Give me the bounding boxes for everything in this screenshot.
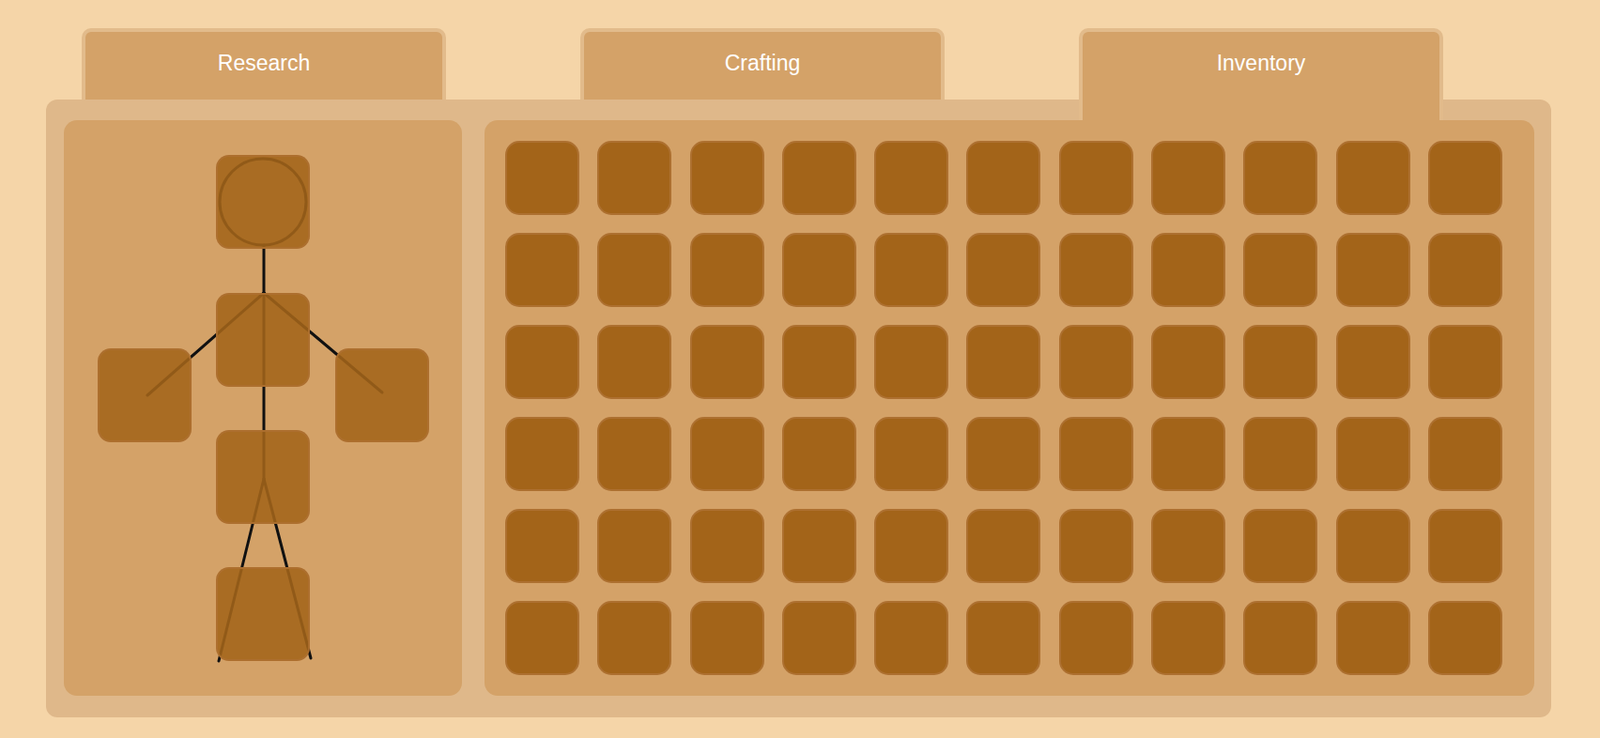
inventory-slot[interactable] <box>1428 140 1503 216</box>
inventory-slot[interactable] <box>1336 324 1411 400</box>
tab-label: Crafting <box>724 50 801 76</box>
inventory-slot[interactable] <box>782 140 857 216</box>
inventory-slot[interactable] <box>1243 232 1318 308</box>
inventory-window <box>46 99 1552 718</box>
inventory-slot[interactable] <box>1059 140 1134 216</box>
inventory-grid <box>484 120 1535 696</box>
equipment-slot[interactable] <box>97 348 192 443</box>
inventory-slot[interactable] <box>1243 416 1318 492</box>
equipment-slot[interactable] <box>335 348 430 443</box>
inventory-slot[interactable] <box>874 416 949 492</box>
inventory-slot[interactable] <box>690 600 765 676</box>
inventory-slot[interactable] <box>1336 140 1411 216</box>
inventory-slot[interactable] <box>690 232 765 308</box>
inventory-slot[interactable] <box>1059 324 1134 400</box>
inventory-slot[interactable] <box>1428 416 1503 492</box>
inventory-slot[interactable] <box>966 140 1041 216</box>
equipment-slot[interactable] <box>215 567 310 662</box>
inventory-slot[interactable] <box>966 232 1041 308</box>
inventory-slot[interactable] <box>1336 508 1411 584</box>
inventory-slot[interactable] <box>690 508 765 584</box>
inventory-slot[interactable] <box>782 416 857 492</box>
inventory-slot[interactable] <box>1059 600 1134 676</box>
inventory-slot[interactable] <box>1151 232 1226 308</box>
tab[interactable]: Inventory <box>1078 28 1444 121</box>
inventory-slot[interactable] <box>1151 140 1226 216</box>
equipment-panel <box>63 120 462 696</box>
inventory-slot[interactable] <box>966 416 1041 492</box>
inventory-slot[interactable] <box>1336 600 1411 676</box>
inventory-slot[interactable] <box>1151 324 1226 400</box>
equipment-slot[interactable] <box>215 430 310 524</box>
inventory-slot[interactable] <box>597 416 672 492</box>
inventory-slot[interactable] <box>966 508 1041 584</box>
inventory-slot[interactable] <box>1059 416 1134 492</box>
inventory-slot[interactable] <box>505 600 580 676</box>
inventory-slot[interactable] <box>1243 600 1318 676</box>
inventory-slot[interactable] <box>874 508 949 584</box>
inventory-slot[interactable] <box>874 140 949 216</box>
inventory-slot[interactable] <box>782 324 857 400</box>
tab[interactable]: Crafting <box>580 28 945 100</box>
inventory-slot[interactable] <box>966 600 1041 676</box>
inventory-slot[interactable] <box>505 508 580 584</box>
inventory-slot[interactable] <box>1151 508 1226 584</box>
inventory-slot[interactable] <box>1059 508 1134 584</box>
inventory-slot[interactable] <box>1151 416 1226 492</box>
inventory-slot[interactable] <box>505 232 580 308</box>
inventory-slot[interactable] <box>597 324 672 400</box>
inventory-slot[interactable] <box>782 600 857 676</box>
inventory-slot[interactable] <box>690 324 765 400</box>
inventory-slot[interactable] <box>1428 600 1503 676</box>
inventory-slot[interactable] <box>874 600 949 676</box>
inventory-slot[interactable] <box>597 600 672 676</box>
inventory-slot[interactable] <box>597 232 672 308</box>
equipment-slot[interactable] <box>215 154 310 249</box>
inventory-slot[interactable] <box>1151 600 1226 676</box>
inventory-slot[interactable] <box>597 508 672 584</box>
inventory-slot[interactable] <box>690 140 765 216</box>
inventory-slot[interactable] <box>1243 324 1318 400</box>
equipment-slot[interactable] <box>215 292 310 387</box>
inventory-slot[interactable] <box>966 324 1041 400</box>
inventory-slot[interactable] <box>1059 232 1134 308</box>
inventory-slot[interactable] <box>782 508 857 584</box>
inventory-slot[interactable] <box>505 140 580 216</box>
inventory-slot[interactable] <box>1243 508 1318 584</box>
tab-label: Inventory <box>1216 50 1307 76</box>
inventory-slot[interactable] <box>1336 232 1411 308</box>
inventory-slot[interactable] <box>1428 324 1503 400</box>
inventory-slot[interactable] <box>1428 232 1503 308</box>
inventory-slot[interactable] <box>505 416 580 492</box>
inventory-slot[interactable] <box>597 140 672 216</box>
tab[interactable]: Research <box>81 28 447 100</box>
inventory-slot[interactable] <box>874 324 949 400</box>
inventory-slot[interactable] <box>1428 508 1503 584</box>
inventory-slot[interactable] <box>1243 140 1318 216</box>
inventory-slot[interactable] <box>874 232 949 308</box>
tab-bar: Research Crafting Inventory <box>81 28 1444 100</box>
inventory-slot[interactable] <box>1336 416 1411 492</box>
inventory-slot[interactable] <box>782 232 857 308</box>
inventory-slot[interactable] <box>505 324 580 400</box>
inventory-slot[interactable] <box>690 416 765 492</box>
tab-label: Research <box>217 50 310 76</box>
